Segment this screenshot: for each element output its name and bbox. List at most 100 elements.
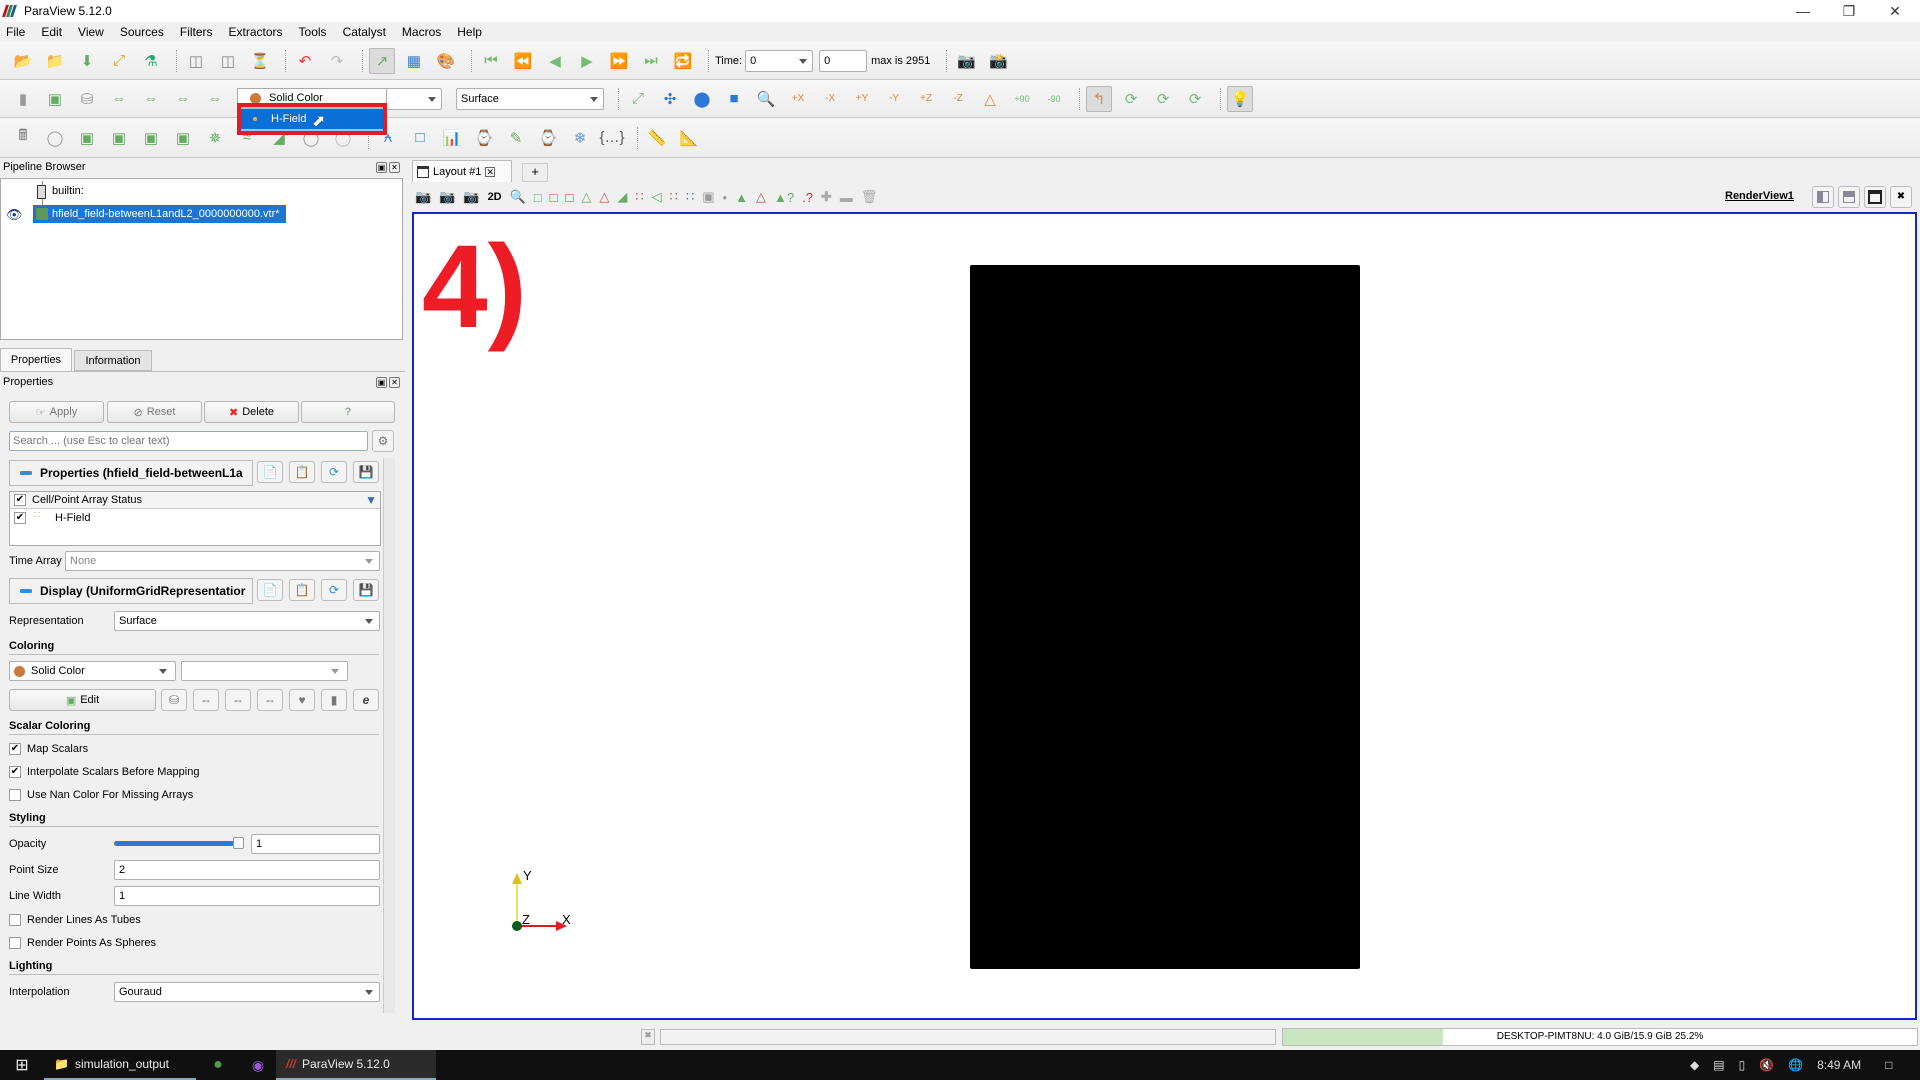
representation-select[interactable]: Surface — [114, 611, 380, 631]
open-file-icon[interactable]: 📂 — [10, 48, 36, 74]
time-index-spinbox[interactable]: 0 — [819, 49, 868, 72]
reset-center-icon[interactable]: ⟳ — [1150, 86, 1176, 112]
menu-filters[interactable]: Filters — [180, 25, 213, 39]
taskbar-item-explorer[interactable]: 📁 simulation_output — [44, 1050, 196, 1080]
interpolation-select[interactable]: Gouraud — [114, 982, 380, 1002]
previous-frame-icon[interactable]: ⏪ — [510, 48, 536, 74]
menu-view[interactable]: View — [78, 25, 104, 39]
view-plus-z-icon[interactable]: +Z — [913, 86, 939, 112]
screenshot-view-icon[interactable]: 📷 — [463, 189, 479, 205]
choose-preset-icon[interactable]: ♥ — [289, 689, 315, 711]
restore-defaults-icon[interactable]: ⟳ — [321, 461, 347, 483]
grow-icon[interactable]: ✚ — [821, 189, 832, 205]
play-reverse-icon[interactable]: ◀ — [542, 48, 568, 74]
opacity-slider[interactable] — [114, 841, 238, 846]
zoom-closest-icon[interactable]: ■ — [721, 86, 747, 112]
rescale-temporal-icon[interactable]: ⇔ — [170, 86, 196, 112]
view-minus-x-icon[interactable]: -X — [817, 86, 843, 112]
taskbar-item-paraview[interactable]: /// ParaView 5.12.0 — [276, 1050, 436, 1080]
python-shell-icon[interactable]: ⚗ — [138, 48, 164, 74]
spheres-checkbox[interactable] — [9, 937, 21, 949]
view-minus-y-icon[interactable]: -Y — [881, 86, 907, 112]
line-width-input[interactable]: 1 — [114, 886, 380, 906]
render-view[interactable]: 4) Y Z X — [412, 212, 1917, 1020]
rescale-visible-icon[interactable]: ⇔ — [202, 86, 228, 112]
coloring-select[interactable]: Solid Color — [9, 661, 176, 681]
color-legend-icon[interactable]: ▮ — [10, 86, 36, 112]
interactive-select-points-icon[interactable]: ∷ — [686, 189, 694, 205]
reset-range-icon[interactable]: ⛁ — [161, 689, 187, 711]
hover-point-query-icon[interactable]: .? — [802, 190, 813, 205]
map-scalars-checkbox[interactable]: ✔ — [9, 743, 21, 755]
properties-section-header[interactable]: Properties (hfield_field-betweenL1a — [9, 460, 253, 486]
delete-button[interactable]: ✖ Delete — [204, 401, 299, 423]
menu-tools[interactable]: Tools — [299, 25, 327, 39]
last-frame-icon[interactable]: ⏭ — [638, 48, 664, 74]
select-polygon-points-icon[interactable]: ∷ — [635, 189, 643, 205]
minimize-button[interactable]: — — [1780, 0, 1826, 22]
shrink-selection-icon[interactable]: △ — [756, 189, 766, 205]
apply-button[interactable]: ☞ Apply — [9, 401, 104, 423]
tubes-checkbox[interactable] — [9, 914, 21, 926]
next-frame-icon[interactable]: ⏩ — [606, 48, 632, 74]
center-axes-icon[interactable]: ⟳ — [1118, 86, 1144, 112]
isometric-view-icon[interactable]: △ — [977, 86, 1003, 112]
visibility-eye-icon[interactable]: 👁 — [6, 207, 23, 223]
menu-extractors[interactable]: Extractors — [229, 25, 283, 39]
float-icon[interactable]: ▣ — [376, 162, 387, 173]
edit-colormap-icon[interactable]: ▣ — [42, 86, 68, 112]
light-kit-icon[interactable]: 💡 — [1227, 85, 1253, 112]
reset-view-icon[interactable]: 📷 — [415, 189, 431, 205]
filter-dropdown-icon[interactable]: ▼ — [365, 493, 377, 507]
select-points-through-icon[interactable]: △ — [599, 189, 609, 205]
view-plus-y-icon[interactable]: +Y — [849, 86, 875, 112]
add-layout-tab-button[interactable]: + — [522, 163, 548, 182]
float-icon[interactable]: ▣ — [376, 377, 387, 388]
axes-orientation-icon[interactable]: ↰ — [1086, 85, 1112, 112]
tab-layout-1[interactable]: Layout #1 ✕ — [412, 160, 512, 182]
color-legend-icon[interactable]: ▮ — [321, 689, 347, 711]
save-defaults-icon[interactable]: 💾 — [353, 579, 379, 601]
plot-data-over-time-icon[interactable]: ⌚ — [471, 125, 497, 151]
server-connect-icon[interactable]: ◫ — [183, 48, 209, 74]
interactive-select-icon[interactable]: ∷ — [670, 189, 678, 205]
zoom-to-data-icon[interactable]: ⬤ — [689, 86, 715, 112]
rescale-temporal-icon[interactable]: ⇔ — [257, 689, 283, 711]
close-view-icon[interactable]: ✖ — [1890, 186, 1912, 208]
menu-edit[interactable]: Edit — [41, 25, 62, 39]
tab-information[interactable]: Information — [74, 350, 152, 371]
calculator-icon[interactable]: 🖩 — [10, 125, 36, 151]
save-data-icon[interactable]: ⬇ — [74, 48, 100, 74]
extract-selection-icon[interactable]: □ — [407, 125, 433, 151]
connect-icon[interactable]: ⤢ — [106, 48, 132, 74]
edit-annotations-icon[interactable]: e — [353, 689, 379, 711]
menu-help[interactable]: Help — [457, 25, 482, 39]
properties-search-input[interactable] — [9, 431, 368, 451]
properties-scrollbar[interactable] — [383, 458, 395, 1013]
camera-undo-icon[interactable]: 🔍 — [510, 189, 526, 205]
menu-macros[interactable]: Macros — [402, 25, 441, 39]
cell-centers-icon[interactable]: ❄ — [567, 125, 593, 151]
view-minus-z-icon[interactable]: -Z — [945, 86, 971, 112]
maximize-view-icon[interactable] — [1864, 186, 1886, 208]
protractor-icon[interactable]: 📐 — [676, 125, 702, 151]
hover-points-icon[interactable]: • — [723, 190, 728, 205]
close-window-button[interactable]: ✕ — [1872, 0, 1918, 22]
reset-camera-icon[interactable]: ⤢ — [625, 86, 651, 112]
rescale-custom-icon[interactable]: ⇔ — [138, 86, 164, 112]
palette-icon[interactable]: 🎨 — [433, 48, 459, 74]
extract-subset-icon[interactable]: ▣ — [170, 125, 196, 151]
reset-range-icon[interactable]: ⛁ — [74, 86, 100, 112]
save-defaults-icon[interactable]: 💾 — [353, 461, 379, 483]
obs-icon[interactable]: ◉ — [240, 1050, 276, 1080]
first-frame-icon[interactable]: ⏮ — [478, 48, 504, 74]
clear-selection-icon[interactable]: 🗑 — [861, 189, 878, 205]
screenshot-add-icon[interactable]: 📸 — [985, 48, 1011, 74]
edit-colormap-button[interactable]: ▣ Edit — [9, 689, 156, 711]
representation-combo[interactable]: Surface — [456, 87, 604, 110]
windows-start-icon[interactable]: ⊞ — [0, 1050, 44, 1080]
ruler-icon[interactable]: 📏 — [644, 125, 670, 151]
edit-data-icon[interactable]: ✎ — [503, 125, 529, 151]
select-polygon-icon[interactable]: ◢ — [617, 189, 627, 205]
reset-session-icon[interactable]: ⏳ — [247, 48, 273, 74]
